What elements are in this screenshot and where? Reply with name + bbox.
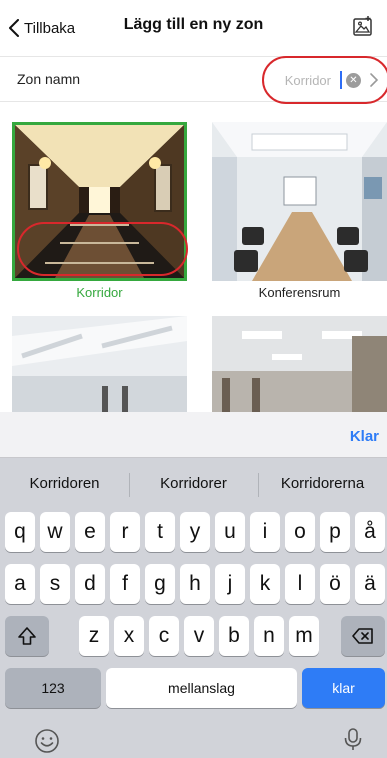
conference-room-image [212,122,387,281]
key-h[interactable]: h [180,564,210,604]
shift-key[interactable] [5,616,49,656]
key-n[interactable]: n [254,616,284,656]
done-button[interactable]: Klar [350,428,379,445]
key-p[interactable]: p [320,512,350,552]
annotation-circle-corridor-floor [17,222,188,276]
key-m[interactable]: m [289,616,319,656]
keyboard: Klar Korridoren Korridorer Korridorerna … [0,412,387,758]
navigation-bar: Tillbaka Lägg till en ny zon [0,0,387,56]
suggestion-item[interactable]: Korridoren [0,475,129,492]
photo-icon[interactable] [351,14,375,38]
key-e[interactable]: e [75,512,105,552]
page-title: Lägg till en ny zon [123,16,264,33]
suggestion-item[interactable]: Korridorer [129,475,258,492]
key-l[interactable]: l [285,564,315,604]
numbers-key[interactable]: 123 [5,668,101,708]
key-t[interactable]: t [145,512,175,552]
key-b[interactable]: b [219,616,249,656]
key-a-umlaut[interactable]: ä [355,564,385,604]
shift-icon [18,627,36,645]
return-key-label: klar [332,680,355,696]
key-k[interactable]: k [250,564,280,604]
zone-name-label: Zon namn [17,71,81,87]
key-q[interactable]: q [5,512,35,552]
backspace-key[interactable] [341,616,385,656]
keyboard-toolbar: Klar [0,412,387,458]
key-c[interactable]: c [149,616,179,656]
key-a[interactable]: a [5,564,35,604]
return-key[interactable]: klar [302,668,385,708]
annotation-circle-zone-name [262,56,387,104]
microphone-icon[interactable] [340,726,366,752]
key-j[interactable]: j [215,564,245,604]
key-s[interactable]: s [40,564,70,604]
key-v[interactable]: v [184,616,214,656]
key-i[interactable]: i [250,512,280,552]
key-f[interactable]: f [110,564,140,604]
key-r[interactable]: r [110,512,140,552]
suggestion-item[interactable]: Korridorerna [258,475,387,492]
key-o[interactable]: o [285,512,315,552]
key-x[interactable]: x [114,616,144,656]
numbers-key-label: 123 [41,680,65,696]
key-u[interactable]: u [215,512,245,552]
key-w[interactable]: w [40,512,70,552]
suggestion-bar: Korridoren Korridorer Korridorerna [0,467,387,503]
key-z[interactable]: z [79,616,109,656]
emoji-icon[interactable] [34,728,60,754]
key-d[interactable]: d [75,564,105,604]
space-key-label: mellanslag [168,680,235,696]
backspace-icon [352,628,373,644]
key-g[interactable]: g [145,564,175,604]
key-a-ring[interactable]: å [355,512,385,552]
key-o-umlaut[interactable]: ö [320,564,350,604]
zone-tile-label: Konferensrum [258,285,341,300]
key-y[interactable]: y [180,512,210,552]
zone-tile-label: Korridor [76,285,123,300]
space-key[interactable]: mellanslag [106,668,297,708]
